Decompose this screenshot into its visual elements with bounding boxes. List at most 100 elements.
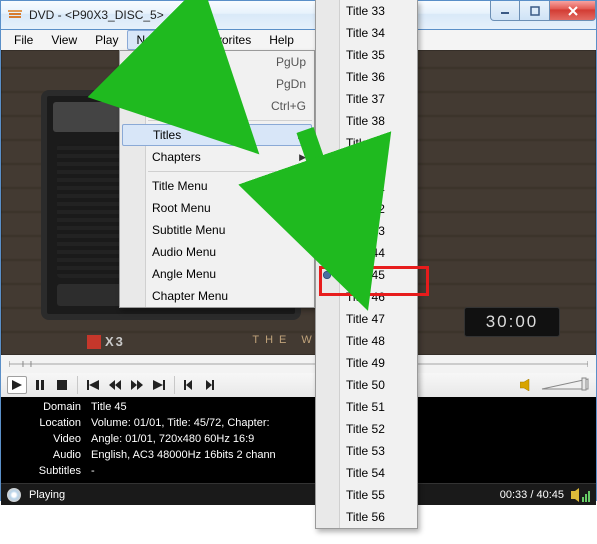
title-item-35[interactable]: Title 35 <box>316 44 417 66</box>
next-track-button[interactable] <box>150 376 168 394</box>
menu-item-previous[interactable]: PreviousPgUp <box>120 51 314 73</box>
maximize-button[interactable] <box>520 1 550 21</box>
menu-item-chapter-menu[interactable]: Chapter Menu <box>120 285 314 307</box>
step-fwd-button[interactable] <box>203 376 221 394</box>
video-overlay-bar: X3 THE WAR <box>1 325 596 355</box>
title-item-52[interactable]: Title 52 <box>316 418 417 440</box>
title-label: Title 46 <box>346 290 385 304</box>
title-label: Title 47 <box>346 312 385 326</box>
title-item-54[interactable]: Title 54 <box>316 462 417 484</box>
step-back-button[interactable] <box>181 376 199 394</box>
titlebar: DVD - <P90X3_DISC_5> <box>0 0 597 30</box>
title-item-48[interactable]: Title 48 <box>316 330 417 352</box>
title-item-50[interactable]: Title 50 <box>316 374 417 396</box>
title-label: Title 36 <box>346 70 385 84</box>
seek-track[interactable] <box>9 361 588 367</box>
menu-item-next[interactable]: NextPgDn <box>120 73 314 95</box>
info-panel: DomainTitle 45LocationVolume: 01/01, Tit… <box>0 397 597 501</box>
title-label: Title 48 <box>346 334 385 348</box>
info-label: Domain <box>11 401 91 417</box>
title-item-43[interactable]: Title 43 <box>316 220 417 242</box>
info-label: Subtitles <box>11 465 91 481</box>
seek-bar[interactable] <box>0 355 597 373</box>
x3-text: X3 <box>105 334 125 349</box>
status-state: Playing <box>29 489 65 501</box>
title-item-45[interactable]: Title 45 <box>316 264 417 286</box>
minimize-button[interactable] <box>490 1 520 21</box>
separator <box>77 376 78 394</box>
title-item-39[interactable]: Title 39 <box>316 132 417 154</box>
menu-item-label: Title Menu <box>152 179 208 193</box>
rewind-button[interactable] <box>106 376 124 394</box>
info-label: Audio <box>11 449 91 465</box>
menu-item-label: Angle Menu <box>152 267 216 281</box>
title-label: Title 54 <box>346 466 385 480</box>
menu-separator <box>148 120 312 121</box>
title-item-49[interactable]: Title 49 <box>316 352 417 374</box>
title-label: Title 53 <box>346 444 385 458</box>
title-item-56[interactable]: Title 56 <box>316 506 417 528</box>
title-item-36[interactable]: Title 36 <box>316 66 417 88</box>
title-item-34[interactable]: Title 34 <box>316 22 417 44</box>
title-item-37[interactable]: Title 37 <box>316 88 417 110</box>
x3-logo-icon <box>87 335 101 349</box>
title-label: Title 50 <box>346 378 385 392</box>
title-item-44[interactable]: Title 44 <box>316 242 417 264</box>
title-item-41[interactable]: Title 41 <box>316 176 417 198</box>
menu-item-label: Previous <box>152 55 199 69</box>
menu-item-root-menu[interactable]: Root MenuAlt+R <box>120 197 314 219</box>
title-label: Title 56 <box>346 510 385 524</box>
audio-meter-icon[interactable] <box>570 488 590 502</box>
info-value: Title 45 <box>91 401 127 417</box>
title-item-33[interactable]: Title 33 <box>316 0 417 22</box>
info-row: AudioEnglish, AC3 48000Hz 16bits 2 chann <box>11 449 594 465</box>
menu-play[interactable]: Play <box>86 30 127 50</box>
title-label: Title 41 <box>346 180 385 194</box>
menu-help[interactable]: Help <box>260 30 303 50</box>
prev-track-button[interactable] <box>84 376 102 394</box>
title-item-46[interactable]: Title 46 <box>316 286 417 308</box>
menu-item-title-menu[interactable]: Title Menu Alt+T <box>120 175 314 197</box>
stop-button[interactable] <box>53 376 71 394</box>
info-row: DomainTitle 45 <box>11 401 594 417</box>
navigate-menu: PreviousPgUpNextPgDnGo To...Ctrl+G Titles… <box>119 50 315 308</box>
menu-navigate[interactable]: Navigate <box>127 30 192 50</box>
title-item-53[interactable]: Title 53 <box>316 440 417 462</box>
menu-item-go-to-[interactable]: Go To...Ctrl+G <box>120 95 314 117</box>
info-value: Volume: 01/01, Title: 45/72, Chapter: <box>91 417 270 433</box>
menu-item-audio-menu[interactable]: Audio Menu <box>120 241 314 263</box>
menu-item-titles[interactable]: Titles▶ <box>122 124 312 146</box>
info-value: - <box>91 465 95 481</box>
menubar: File View Play Navigate Favorites Help <box>0 30 597 50</box>
title-item-42[interactable]: Title 42 <box>316 198 417 220</box>
title-label: Title 43 <box>346 224 385 238</box>
info-value: English, AC3 48000Hz 16bits 2 chann <box>91 449 276 465</box>
menu-item-chapters[interactable]: Chapters▶ <box>120 146 314 168</box>
info-label: Video <box>11 433 91 449</box>
menu-item-label: Go To... <box>152 99 194 113</box>
menu-favorites[interactable]: Favorites <box>193 30 260 50</box>
title-item-47[interactable]: Title 47 <box>316 308 417 330</box>
mute-button[interactable] <box>518 376 536 394</box>
menu-item-label: Titles <box>153 128 181 142</box>
menu-item-label: Next <box>152 77 177 91</box>
menu-separator <box>148 171 312 172</box>
info-row: VideoAngle: 01/01, 720x480 60Hz 16:9 <box>11 433 594 449</box>
pause-button[interactable] <box>31 376 49 394</box>
menu-item-subtitle-menu[interactable]: Subtitle Menu <box>120 219 314 241</box>
close-button[interactable] <box>550 1 596 21</box>
menu-item-angle-menu[interactable]: Angle Menu <box>120 263 314 285</box>
menu-file[interactable]: File <box>5 30 42 50</box>
menu-shortcut: Alt+T <box>278 179 306 193</box>
menu-item-label: Audio Menu <box>152 245 216 259</box>
title-item-40[interactable]: Title 40 <box>316 154 417 176</box>
title-item-51[interactable]: Title 51 <box>316 396 417 418</box>
play-button[interactable] <box>7 376 27 394</box>
title-item-38[interactable]: Title 38 <box>316 110 417 132</box>
forward-button[interactable] <box>128 376 146 394</box>
title-item-55[interactable]: Title 55 <box>316 484 417 506</box>
title-label: Title 37 <box>346 92 385 106</box>
volume-slider[interactable] <box>540 377 590 393</box>
window-buttons <box>490 1 596 21</box>
menu-view[interactable]: View <box>42 30 86 50</box>
